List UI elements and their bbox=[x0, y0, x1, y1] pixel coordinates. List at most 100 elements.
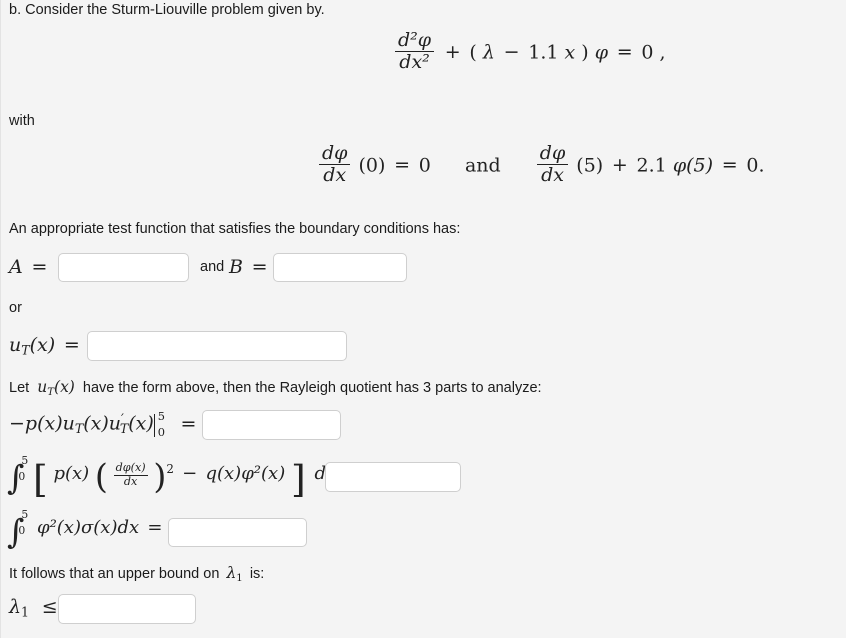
upper-bound-lambda-inline: λ1 bbox=[226, 564, 243, 584]
upper-bound-prompt: It follows that an upper bound on λ1 is: bbox=[9, 564, 264, 584]
u-symbol: u bbox=[9, 334, 22, 356]
part3-integrand: φ²(x)σ(x)dx bbox=[36, 517, 140, 538]
part2-integral-symbol: ∫ 5 0 bbox=[7, 454, 29, 497]
part3-integral-symbol: ∫ 5 0 bbox=[7, 508, 29, 551]
bc-left-equals: = bbox=[394, 154, 411, 177]
bc-right-phi-term: φ(5) bbox=[672, 154, 714, 177]
and-label-coefficients: and bbox=[200, 259, 225, 275]
part1-equals: = bbox=[180, 412, 197, 435]
upper-bound-after: is: bbox=[249, 566, 265, 582]
part1-argument-1: (x)u bbox=[83, 412, 122, 435]
ode-frac-numerator: d²φ bbox=[398, 29, 432, 51]
rayleigh-part3-expression: ∫ 5 0 φ²(x)σ(x)dx = bbox=[7, 508, 165, 551]
bc-right-equals: = bbox=[721, 154, 738, 177]
test-function-prompt: An appropriate test function that satisf… bbox=[9, 221, 461, 237]
bc-left-frac-denominator: dx bbox=[319, 164, 351, 186]
lambda-subscript: 1 bbox=[21, 604, 30, 620]
problem-page: b. Consider the Sturm-Liouville problem … bbox=[0, 0, 846, 638]
part2-frac-denominator: dx bbox=[113, 474, 148, 488]
equals-B: = bbox=[251, 256, 268, 278]
rayleigh-u-subscript: T bbox=[47, 386, 55, 398]
part3-integral-upper-limit: 5 bbox=[21, 508, 29, 522]
rayleigh-intro: Let uT(x) have the form above, then the … bbox=[9, 378, 542, 398]
part2-integral-upper-limit: 5 bbox=[21, 454, 29, 468]
with-label: with bbox=[9, 113, 35, 129]
or-label: or bbox=[9, 300, 22, 316]
problem-statement-intro: b. Consider the Sturm-Liouville problem … bbox=[9, 2, 325, 18]
rayleigh-uT-inline: uT(x) bbox=[37, 378, 75, 398]
lambda-bound-row: λ1 ≤ bbox=[9, 596, 60, 620]
part2-minus: − bbox=[182, 463, 198, 485]
part2-q-term: q(x)φ²(x) bbox=[205, 463, 286, 485]
answer-A-input[interactable] bbox=[58, 253, 189, 282]
label-A: A bbox=[9, 256, 23, 278]
ode-rhs-zero: 0 bbox=[641, 41, 654, 64]
part2-close-paren: ) bbox=[153, 457, 167, 497]
rayleigh-part1-expression: −p(x)uT(x)u′T(x) 5 0 = bbox=[9, 409, 199, 440]
answer-part2-input[interactable] bbox=[325, 462, 461, 492]
part2-open-bracket: [ bbox=[32, 456, 48, 501]
ode-close-paren: ) bbox=[581, 41, 589, 64]
ode-coefficient: 1.1 bbox=[528, 41, 559, 64]
bc-right-frac-numerator: dφ bbox=[539, 142, 566, 164]
upper-bound-lambda-subscript: 1 bbox=[236, 572, 243, 584]
label-B-group: B = bbox=[229, 256, 270, 278]
answer-part3-input[interactable] bbox=[168, 518, 307, 547]
label-B: B bbox=[229, 256, 243, 278]
test-function-row: uT(x) = bbox=[9, 334, 82, 358]
part1-argument-2: (x) bbox=[128, 412, 154, 435]
rayleigh-intro-before: Let bbox=[9, 380, 30, 396]
part1-subscript-1: T bbox=[74, 421, 84, 437]
boundary-conditions-equation: dφ dx (0) = 0 and dφ dx (5) + 2.1 φ(5) =… bbox=[317, 142, 765, 187]
bc-left-value: 0 bbox=[418, 154, 431, 177]
u-argument: (x) bbox=[29, 334, 56, 356]
bc-right-argument: (5) bbox=[576, 154, 604, 177]
part1-leading-term: −p(x)u bbox=[9, 412, 75, 435]
part1-eval-lower-limit: 0 bbox=[157, 425, 166, 440]
part1-evaluation-bar: 50 bbox=[153, 409, 166, 440]
ode-minus-operator: − bbox=[503, 41, 520, 64]
lambda-symbol: λ bbox=[9, 596, 22, 618]
bc-left-frac-numerator: dφ bbox=[322, 142, 348, 164]
part3-equals: = bbox=[147, 517, 163, 538]
bc-right-plus: + bbox=[611, 154, 628, 177]
answer-part1-input[interactable] bbox=[202, 410, 341, 440]
part2-p-of-x: p(x) bbox=[53, 463, 90, 485]
ode-lambda: λ bbox=[482, 41, 495, 64]
upper-bound-lambda-symbol: λ bbox=[226, 564, 237, 582]
part2-open-paren: ( bbox=[94, 457, 108, 497]
u-subscript-T: T bbox=[21, 342, 30, 358]
ode-frac-denominator: dx² bbox=[395, 51, 435, 73]
ode-plus-operator: + bbox=[444, 41, 461, 64]
part2-derivative-fraction: dφ(x) dx bbox=[113, 462, 148, 488]
rayleigh-u-argument: (x) bbox=[54, 378, 75, 396]
bc-right-fraction: dφ dx bbox=[536, 142, 569, 187]
part2-exponent: 2 bbox=[166, 462, 174, 476]
ode-equals: = bbox=[616, 41, 633, 64]
answer-uT-input[interactable] bbox=[87, 331, 347, 361]
answer-lambda-bound-input[interactable] bbox=[58, 594, 196, 624]
ode-derivative-fraction: d²φ dx² bbox=[395, 29, 435, 74]
u-equals: = bbox=[63, 334, 80, 356]
bc-conjunction: and bbox=[464, 154, 501, 177]
equals-A: = bbox=[31, 256, 48, 278]
rayleigh-u-symbol: u bbox=[37, 378, 48, 396]
bc-right-value: 0. bbox=[746, 154, 765, 177]
answer-B-input[interactable] bbox=[273, 253, 407, 282]
bc-right-frac-denominator: dx bbox=[536, 164, 569, 186]
part1-eval-upper-limit: 5 bbox=[157, 409, 166, 424]
ode-variable-x: x bbox=[564, 41, 576, 64]
bc-left-fraction: dφ dx bbox=[319, 142, 351, 187]
bc-left-argument: (0) bbox=[358, 154, 386, 177]
ode-open-paren: ( bbox=[469, 41, 477, 64]
part2-close-bracket: ] bbox=[290, 456, 306, 501]
ode-equation: d²φ dx² + ( λ − 1.1 x ) φ = 0 , bbox=[393, 29, 666, 74]
upper-bound-before: It follows that an upper bound on bbox=[9, 566, 220, 582]
part2-integral-lower-limit: 0 bbox=[18, 470, 26, 484]
part3-integral-lower-limit: 0 bbox=[18, 523, 26, 537]
coefficients-row: A = bbox=[9, 256, 50, 278]
rayleigh-intro-after: have the form above, then the Rayleigh q… bbox=[82, 380, 542, 396]
ode-trailing-comma: , bbox=[659, 41, 666, 64]
part1-subscript-2: T bbox=[119, 421, 129, 437]
rayleigh-part2-expression: ∫50 [ p(x) ( dφ(x) dx )2 − q(x)φ²(x) ] d… bbox=[7, 454, 362, 501]
